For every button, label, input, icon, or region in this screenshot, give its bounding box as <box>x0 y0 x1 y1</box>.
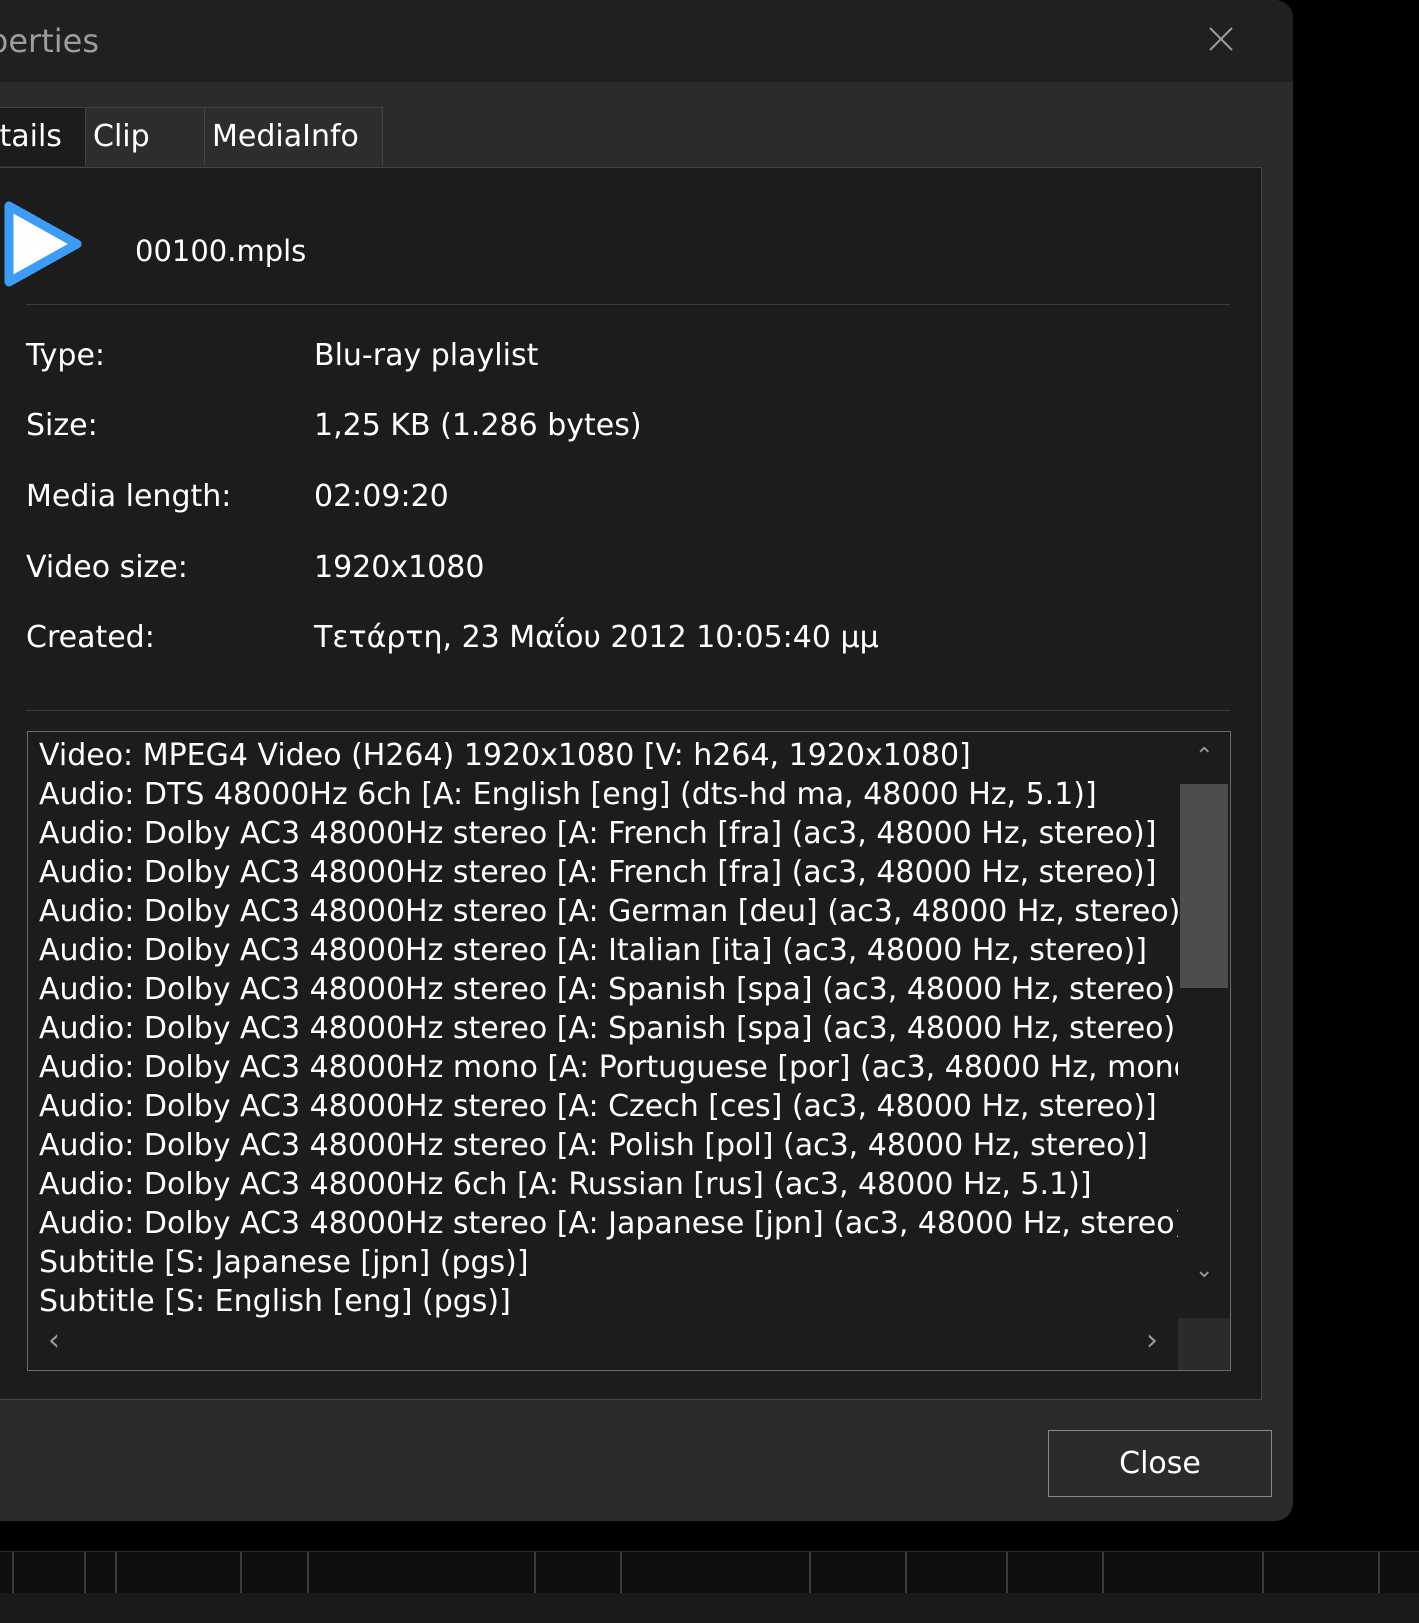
video-size-value: 1920x1080 <box>314 550 485 585</box>
timeline-tick <box>534 1552 536 1594</box>
stream-line: Audio: Dolby AC3 48000Hz stereo [A: Ital… <box>39 933 1147 968</box>
timeline-tick <box>115 1552 117 1594</box>
file-name: 00100.mpls <box>135 234 307 268</box>
chevron-left-icon[interactable]: ‹ <box>48 1326 60 1356</box>
stream-line: Video: MPEG4 Video (H264) 1920x1080 [V: … <box>39 738 971 773</box>
stream-info-box[interactable]: Video: MPEG4 Video (H264) 1920x1080 [V: … <box>27 731 1231 1371</box>
tab-mediainfo[interactable]: MediaInfo <box>204 107 383 165</box>
separator <box>26 710 1230 711</box>
scrollbar-corner <box>1178 1318 1230 1370</box>
created-value: Τετάρτη, 23 Μαΐου 2012 10:05:40 μμ <box>314 620 879 655</box>
stream-line: Audio: Dolby AC3 48000Hz stereo [A: Fren… <box>39 855 1157 890</box>
horizontal-scrollbar[interactable]: ‹ › <box>28 1318 1178 1370</box>
status-bar <box>0 1593 1419 1623</box>
separator <box>26 304 1230 305</box>
details-panel: 00100.mpls Type: Blu-ray playlist Size: … <box>0 167 1262 1400</box>
timeline-tick <box>307 1552 309 1594</box>
tab-details[interactable]: etails <box>0 107 86 166</box>
timeline-tick <box>1102 1552 1104 1594</box>
chevron-up-icon[interactable]: ⌃ <box>1195 746 1213 768</box>
tab-clip[interactable]: Clip <box>85 107 205 165</box>
stream-line: Audio: Dolby AC3 48000Hz stereo [A: Span… <box>39 972 1187 1007</box>
window-title: roperties <box>0 22 99 60</box>
timeline-tick <box>620 1552 622 1594</box>
close-button[interactable]: Close <box>1048 1430 1272 1497</box>
stream-line: Subtitle [S: Japanese [jpn] (pgs)] <box>39 1245 529 1280</box>
type-label: Type: <box>26 338 106 373</box>
timeline-strip <box>0 1551 1419 1594</box>
chevron-right-icon[interactable]: › <box>1146 1326 1158 1356</box>
timeline-tick <box>905 1552 907 1594</box>
stream-line: Audio: Dolby AC3 48000Hz stereo [A: Japa… <box>39 1206 1199 1241</box>
stream-line: Audio: Dolby AC3 48000Hz 6ch [A: Russian… <box>39 1167 1092 1202</box>
play-icon <box>3 196 83 292</box>
timeline-tick <box>1378 1552 1380 1594</box>
video-size-label: Video size: <box>26 550 188 585</box>
timeline-tick <box>240 1552 242 1594</box>
timeline-tick <box>1006 1552 1008 1594</box>
size-label: Size: <box>26 408 98 443</box>
timeline-tick <box>12 1552 14 1594</box>
timeline-tick <box>809 1552 811 1594</box>
stream-line: Audio: Dolby AC3 48000Hz stereo [A: Fren… <box>39 816 1157 851</box>
chevron-down-icon[interactable]: ⌄ <box>1195 1260 1213 1282</box>
size-value: 1,25 KB (1.286 bytes) <box>314 408 642 443</box>
stream-list: Video: MPEG4 Video (H264) 1920x1080 [V: … <box>39 736 1215 1321</box>
media-length-label: Media length: <box>26 479 232 514</box>
created-label: Created: <box>26 620 155 655</box>
stream-line: Audio: Dolby AC3 48000Hz mono [A: Portug… <box>39 1050 1216 1085</box>
stream-line: Subtitle [S: English [eng] (pgs)] <box>39 1284 511 1319</box>
stream-line: Audio: Dolby AC3 48000Hz stereo [A: Germ… <box>39 894 1193 929</box>
scrollbar-thumb[interactable] <box>1180 784 1228 988</box>
timeline-tick <box>1262 1552 1264 1594</box>
close-icon[interactable] <box>1198 16 1244 62</box>
title-bar: roperties <box>0 0 1293 82</box>
properties-dialog: roperties etails Clip MediaInfo 00100.mp… <box>0 0 1293 1521</box>
stream-line: Audio: Dolby AC3 48000Hz stereo [A: Czec… <box>39 1089 1157 1124</box>
timeline-tick <box>84 1552 86 1594</box>
media-length-value: 02:09:20 <box>314 479 449 514</box>
type-value: Blu-ray playlist <box>314 338 539 373</box>
vertical-scrollbar[interactable]: ⌃ ⌄ <box>1178 732 1230 1318</box>
stream-line: Audio: DTS 48000Hz 6ch [A: English [eng]… <box>39 777 1097 812</box>
stream-line: Audio: Dolby AC3 48000Hz stereo [A: Poli… <box>39 1128 1148 1163</box>
stream-line: Audio: Dolby AC3 48000Hz stereo [A: Span… <box>39 1011 1187 1046</box>
